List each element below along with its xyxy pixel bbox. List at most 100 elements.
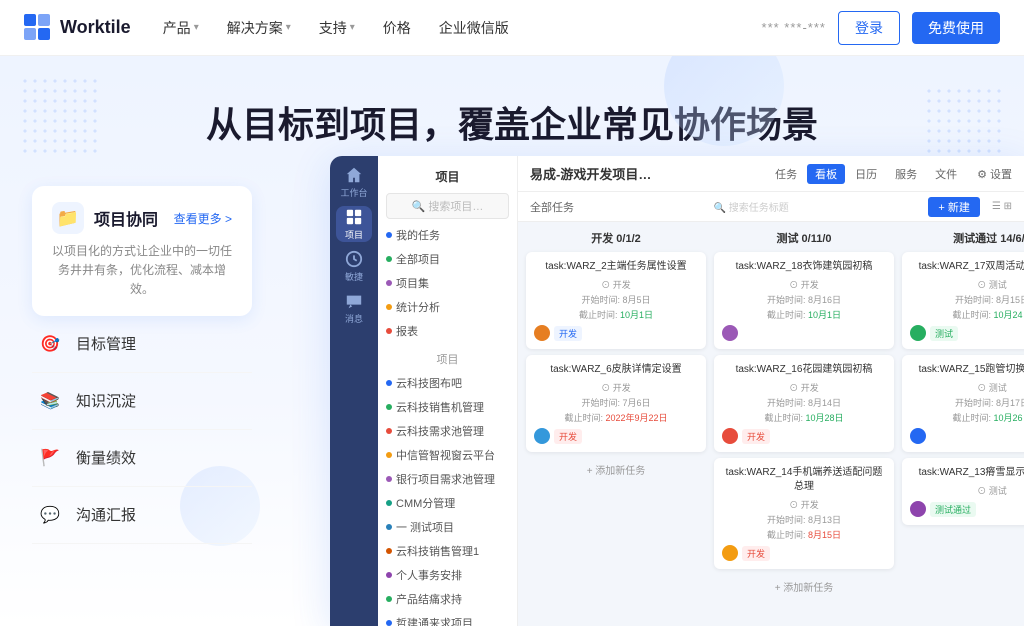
kanban-card[interactable]: task:WARZ_2主端任务属性设置 ⊙ 开发 开始时间: 8月5日 截止时间… xyxy=(526,252,706,349)
filter-label: 全部任务 xyxy=(530,199,574,215)
card-title: task:WARZ_2主端任务属性设置 xyxy=(534,260,698,274)
kanban-card[interactable]: task:WARZ_16花园建筑园初稿 ⊙ 开发 开始时间: 8月14日 截止时… xyxy=(714,355,894,452)
search-hint: 🔍 搜索任务标题 xyxy=(582,199,920,214)
leftnav-proj-7[interactable]: 云科技销售管理1 xyxy=(378,539,517,563)
tab-files[interactable]: 文件 xyxy=(927,164,965,184)
navbar: Worktile 产品▾ 解决方案▾ 支持▾ 价格 企业微信版 *** ***-… xyxy=(0,0,1024,56)
dot-icon xyxy=(386,232,392,238)
leftnav-search[interactable]: 🔍 搜索项目… xyxy=(386,193,509,219)
logo[interactable]: Worktile xyxy=(24,14,131,42)
leftnav-proj-test[interactable]: 一 测试项目 xyxy=(378,515,517,539)
leftnav-project-set[interactable]: 项目集 xyxy=(378,271,517,295)
logo-text: Worktile xyxy=(60,17,131,38)
card-more-link[interactable]: 查看更多 > xyxy=(174,210,232,227)
leftnav-proj-5[interactable]: 银行项目需求池管理 xyxy=(378,467,517,491)
card-title: task:WARZ_14手机端养送适配问题总理 xyxy=(722,466,886,494)
menu-item-knowledge[interactable]: 📚 知识沉淀 xyxy=(32,373,252,430)
sidebar-label-message: 消息 xyxy=(345,312,363,325)
col-header-dev: 开发 0/1/2 xyxy=(526,230,706,246)
nav-pricing[interactable]: 价格 xyxy=(383,18,411,38)
left-panel: 📁 项目协同 查看更多 > 以项目化的方式让企业中的一切任务井井有条，优化流程、… xyxy=(32,186,252,544)
nav-right: *** ***-*** 登录 免费使用 xyxy=(762,11,1000,45)
card-end: 截止时间: 10月28日 xyxy=(722,411,886,424)
kanban-card[interactable]: task:WARZ_6皮肤详情定设置 ⊙ 开发 开始时间: 7月6日 截止时间:… xyxy=(526,355,706,452)
tab-task[interactable]: 任务 xyxy=(767,164,805,184)
menu-item-communication[interactable]: 💬 沟通汇报 xyxy=(32,487,252,544)
card-end: 截止时间: 10月26日 xyxy=(910,411,1024,424)
kanban-card[interactable]: task:WARZ_18衣饰建筑园初稿 ⊙ 开发 开始时间: 8月16日 截止时… xyxy=(714,252,894,349)
nav-product[interactable]: 产品▾ xyxy=(163,18,199,38)
card-status: ⊙ 开发 xyxy=(722,278,886,291)
leftnav-proj-2[interactable]: 云科技销售机管理 xyxy=(378,395,517,419)
nav-support[interactable]: 支持▾ xyxy=(319,18,355,38)
dot-icon xyxy=(386,280,392,286)
card-start: 开始时间: 8月13日 xyxy=(722,513,886,526)
nav-solution[interactable]: 解决方案▾ xyxy=(227,18,291,38)
leftnav-report[interactable]: 报表 xyxy=(378,319,517,343)
dot-icon xyxy=(386,380,392,386)
communication-icon: 💬 xyxy=(36,501,64,529)
leftnav-proj-3[interactable]: 云科技需求池管理 xyxy=(378,419,517,443)
card-desc: 以项目化的方式让企业中的一切任务井井有条，优化流程、减本增效。 xyxy=(52,242,232,300)
leftnav-proj-4[interactable]: 中信管智视窗云平台 xyxy=(378,443,517,467)
menu-item-goal[interactable]: 🎯 目标管理 xyxy=(32,316,252,373)
kanban-col-dev: 开发 0/1/2 task:WARZ_2主端任务属性设置 ⊙ 开发 开始时间: … xyxy=(526,230,706,618)
project-collab-card[interactable]: 📁 项目协同 查看更多 > 以项目化的方式让企业中的一切任务井井有条，优化流程、… xyxy=(32,186,252,316)
col-header-passed: 测试通过 14/6/9 xyxy=(902,230,1024,246)
sidebar-agile[interactable]: 敏捷 xyxy=(336,248,372,284)
card-status: ⊙ 开发 xyxy=(722,498,886,511)
card-footer: 开发 xyxy=(534,428,698,444)
card-status: ⊙ 开发 xyxy=(534,381,698,394)
menu-item-performance[interactable]: 🚩 衡量绩效 xyxy=(32,430,252,487)
dot-icon xyxy=(386,500,392,506)
add-task-link[interactable]: + 添加新任务 xyxy=(714,575,894,598)
kanban-card[interactable]: task:WARZ_15跑管切换任务总路 ⊙ 测试 开始时间: 8月17日 截止… xyxy=(902,355,1024,452)
card-footer: 开发 xyxy=(722,428,886,444)
menu-label-communication: 沟通汇报 xyxy=(76,504,136,525)
leftnav-proj-1[interactable]: 云科技图布吧 xyxy=(378,371,517,395)
leftnav-my-tasks[interactable]: 我的任务 xyxy=(378,223,517,247)
add-task-button[interactable]: + 新建 xyxy=(928,197,979,217)
avatar xyxy=(910,501,926,517)
leftnav-proj-6[interactable]: CMM分管理 xyxy=(378,491,517,515)
free-trial-button[interactable]: 免费使用 xyxy=(912,12,1000,44)
topbar-tabs: 任务 看板 日历 服务 文件 xyxy=(767,164,965,184)
tab-calendar[interactable]: 日历 xyxy=(847,164,885,184)
sidebar-home[interactable]: 工作台 xyxy=(336,164,372,200)
leftnav-stats[interactable]: 统计分析 xyxy=(378,295,517,319)
tab-service[interactable]: 服务 xyxy=(887,164,925,184)
login-button[interactable]: 登录 xyxy=(838,11,900,45)
app-sidebar: 工作台 项目 敏捷 消息 xyxy=(330,156,378,626)
kanban-card[interactable]: task:WARZ_17双周活动设计初稿 ⊙ 测试 开始时间: 8月15日 截止… xyxy=(902,252,1024,349)
leftnav-proj-10[interactable]: 哲建通来求项目 xyxy=(378,611,517,626)
kanban-col-test: 测试 0/11/0 task:WARZ_18衣饰建筑园初稿 ⊙ 开发 开始时间:… xyxy=(714,230,894,618)
dot-icon xyxy=(386,572,392,578)
kanban-card[interactable]: task:WARZ_13瘠雪显示任务总路 ⊙ 测试 测试通过 xyxy=(902,458,1024,525)
leftnav-proj-9[interactable]: 产品结痛求持 xyxy=(378,587,517,611)
app-screenshot: 工作台 项目 敏捷 消息 项目 🔍 搜索项目… 我的任 xyxy=(330,156,1024,626)
kanban-card[interactable]: task:WARZ_14手机端养送适配问题总理 ⊙ 开发 开始时间: 8月13日… xyxy=(714,458,894,569)
dot-icon xyxy=(386,428,392,434)
card-status: ⊙ 开发 xyxy=(722,381,886,394)
view-options[interactable]: ☰ ⊞ xyxy=(992,201,1012,212)
sidebar-project[interactable]: 项目 xyxy=(336,206,372,242)
card-title: task:WARZ_16花园建筑园初稿 xyxy=(722,363,886,377)
app-topbar: 易成-游戏开发项目… 任务 看板 日历 服务 文件 ⚙ 设置 xyxy=(518,156,1024,192)
chevron-down-icon: ▾ xyxy=(194,22,199,33)
settings-link[interactable]: ⚙ 设置 xyxy=(977,166,1012,182)
knowledge-icon: 📚 xyxy=(36,387,64,415)
tab-kanban[interactable]: 看板 xyxy=(807,164,845,184)
leftnav-title: 项目 xyxy=(378,164,517,189)
add-task-link[interactable]: + 添加新任务 xyxy=(526,458,706,481)
sidebar-message[interactable]: 消息 xyxy=(336,290,372,326)
leftnav-all-projects[interactable]: 全部项目 xyxy=(378,247,517,271)
dot-icon xyxy=(386,452,392,458)
chevron-down-icon: ▾ xyxy=(350,22,355,33)
user-info: *** ***-*** xyxy=(762,20,826,35)
card-end: 截止时间: 10月1日 xyxy=(722,308,886,321)
menu-label-goal: 目标管理 xyxy=(76,333,136,354)
leftnav-proj-8[interactable]: 个人事务安排 xyxy=(378,563,517,587)
nav-wechat[interactable]: 企业微信版 xyxy=(439,18,509,38)
dot-icon xyxy=(386,328,392,334)
card-status: ⊙ 测试 xyxy=(910,381,1024,394)
